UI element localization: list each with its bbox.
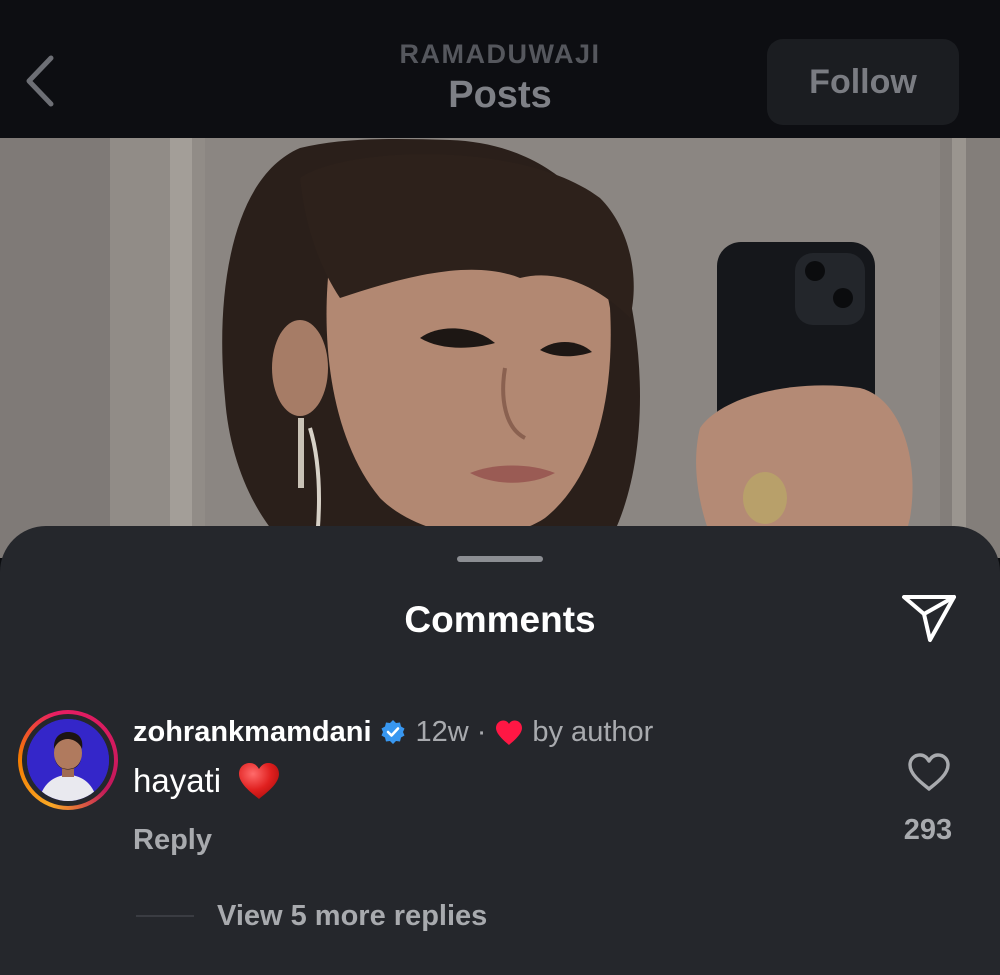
comment-text: hayati	[133, 761, 281, 801]
view-replies-button[interactable]: View 5 more replies	[217, 898, 487, 934]
heart-emoji-icon	[237, 761, 281, 801]
share-send-icon	[902, 595, 956, 642]
comment-header: zohrankmamdani 12w · by author	[133, 712, 653, 752]
like-button[interactable]	[902, 747, 956, 797]
post-photo	[0, 138, 1000, 558]
account-name: RAMADUWAJI	[399, 39, 601, 69]
top-bar: RAMADUWAJI Posts Follow	[0, 0, 1000, 138]
verified-badge-icon	[380, 719, 406, 745]
comment-username[interactable]: zohrankmamdani	[133, 716, 372, 749]
comment-time: 12w	[415, 715, 469, 748]
header-titles: RAMADUWAJI Posts	[300, 38, 700, 118]
page-title: Posts	[448, 74, 552, 116]
comment-body: hayati	[133, 762, 222, 799]
follow-button[interactable]: Follow	[767, 39, 959, 125]
heart-outline-icon	[908, 753, 950, 791]
like-count: 293	[903, 814, 953, 846]
comments-title: Comments	[404, 599, 596, 640]
back-button[interactable]	[14, 48, 66, 114]
back-chevron-icon	[26, 55, 54, 107]
comments-sheet: Comments zohrankmamdani 12w · by author …	[0, 526, 1000, 975]
commenter-avatar[interactable]	[18, 710, 118, 810]
share-button[interactable]	[896, 590, 962, 646]
reply-button[interactable]: Reply	[133, 822, 212, 858]
heart-liked-icon	[494, 719, 524, 746]
replies-divider	[136, 915, 194, 917]
sheet-grabber[interactable]	[457, 556, 543, 562]
avatar	[27, 719, 109, 801]
meta-separator: ·	[476, 715, 487, 748]
liked-by-author: by author	[532, 715, 654, 748]
